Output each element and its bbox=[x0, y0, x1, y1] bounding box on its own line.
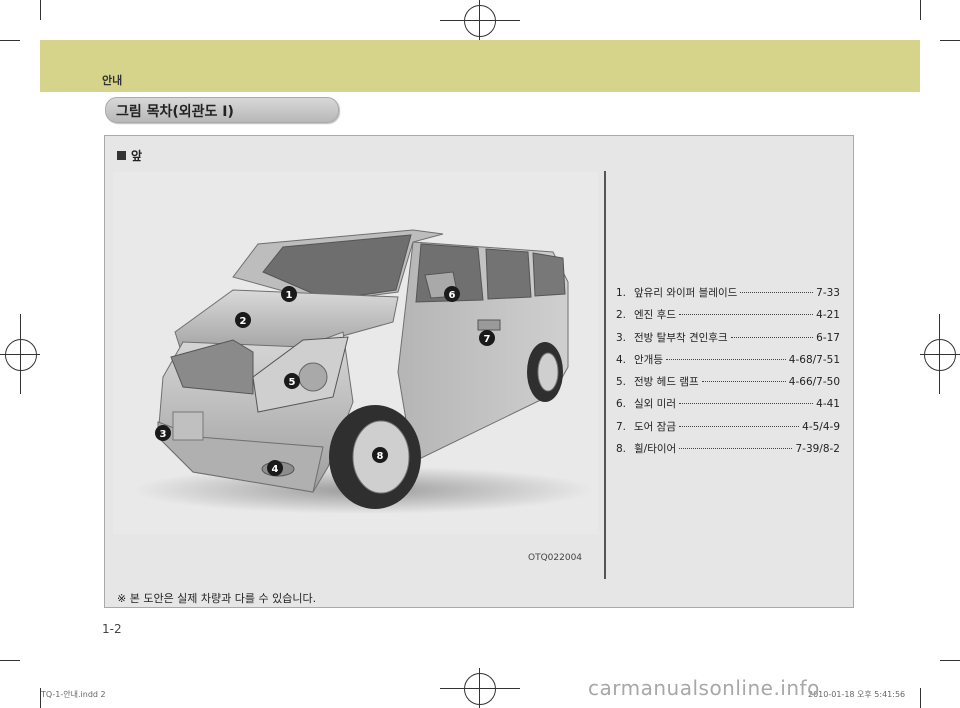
item-number: 5. bbox=[616, 376, 627, 389]
header-band bbox=[40, 40, 920, 92]
list-item: 4. 안개등 4-68/7-51 bbox=[616, 352, 840, 374]
view-label: 앞 bbox=[117, 147, 142, 164]
leader-dots bbox=[701, 381, 786, 383]
vertical-divider bbox=[604, 171, 606, 579]
leader-dots bbox=[730, 336, 814, 338]
callout-8-label: 8 bbox=[377, 451, 384, 462]
item-label: 전방 헤드 램프 bbox=[634, 376, 699, 389]
footnote: ※ 본 도안은 실제 차량과 다를 수 있습니다. bbox=[117, 592, 317, 605]
callout-4-label: 4 bbox=[272, 464, 279, 475]
item-page: 4-41 bbox=[816, 398, 840, 411]
leader-dots bbox=[665, 358, 786, 360]
callout-7-label: 7 bbox=[484, 334, 491, 345]
page-number: 1-2 bbox=[102, 622, 122, 636]
header-title: 안내 bbox=[102, 74, 123, 87]
section-title: 그림 목차(외관도 I) bbox=[116, 104, 234, 120]
image-code: OTQ022004 bbox=[528, 553, 583, 563]
item-label: 앞유리 와이퍼 블레이드 bbox=[634, 287, 738, 299]
section-title-pill: 그림 목차(외관도 I) bbox=[105, 97, 339, 123]
list-item: 2. 엔진 후드 4-21 bbox=[616, 307, 840, 329]
item-page: 4-66/7-50 bbox=[788, 376, 840, 389]
item-page: 7-33 bbox=[816, 287, 840, 299]
item-label: 안개등 bbox=[634, 353, 663, 366]
view-label-text: 앞 bbox=[131, 149, 143, 163]
item-page: 4-68/7-51 bbox=[788, 353, 840, 366]
list-item: 1. 앞유리 와이퍼 블레이드 7-33 bbox=[616, 285, 840, 307]
item-label: 도어 잠금 bbox=[634, 420, 676, 433]
list-item: 3. 전방 탈부착 견인후크 6-17 bbox=[616, 330, 840, 352]
item-page: 4-5/4-9 bbox=[802, 420, 840, 433]
item-number: 3. bbox=[616, 331, 627, 344]
van-illustration: 1 2 3 4 5 6 7 8 bbox=[133, 229, 593, 514]
list-item: 7. 도어 잠금 4-5/4-9 bbox=[616, 419, 840, 441]
list-item: 8. 휠/타이어 7-39/8-2 bbox=[616, 441, 840, 463]
item-label: 전방 탈부착 견인후크 bbox=[634, 331, 728, 344]
item-number: 6. bbox=[616, 398, 627, 411]
item-label: 휠/타이어 bbox=[634, 443, 677, 456]
list-item: 5. 전방 헤드 램프 4-66/7-50 bbox=[616, 374, 840, 396]
callout-6-label: 6 bbox=[449, 290, 456, 301]
item-number: 8. bbox=[616, 443, 627, 456]
callout-5-label: 5 bbox=[289, 377, 296, 388]
leader-dots bbox=[679, 448, 793, 450]
list-item: 6. 실외 미러 4-41 bbox=[616, 396, 840, 418]
square-bullet-icon bbox=[117, 151, 126, 160]
item-page: 6-17 bbox=[816, 331, 840, 344]
item-label: 실외 미러 bbox=[634, 398, 676, 411]
item-page: 4-21 bbox=[816, 309, 840, 322]
item-page: 7-39/8-2 bbox=[795, 443, 840, 456]
item-number: 1. bbox=[616, 287, 627, 299]
parts-list: 1. 앞유리 와이퍼 블레이드 7-33 2. 엔진 후드 4-21 3. 전방 탈부착 … bbox=[616, 285, 840, 463]
callout-1-label: 1 bbox=[286, 290, 293, 301]
vehicle-photo: 1 2 3 4 5 6 7 8 bbox=[113, 172, 598, 534]
item-number: 2. bbox=[616, 309, 627, 322]
callout-3-label: 3 bbox=[160, 429, 167, 440]
item-number: 4. bbox=[616, 353, 627, 366]
callout-2-label: 2 bbox=[240, 316, 247, 327]
leader-dots bbox=[678, 425, 800, 427]
date-slug: 2010-01-18 오후 5:41:56 bbox=[808, 690, 906, 699]
leader-dots bbox=[678, 314, 814, 316]
leader-dots bbox=[678, 403, 814, 405]
file-slug: TQ-1-안내.indd 2 bbox=[41, 690, 106, 699]
item-number: 7. bbox=[616, 420, 627, 433]
watermark: carmanualsonline.info bbox=[588, 676, 820, 700]
item-label: 엔진 후드 bbox=[634, 309, 676, 322]
leader-dots bbox=[740, 292, 814, 293]
